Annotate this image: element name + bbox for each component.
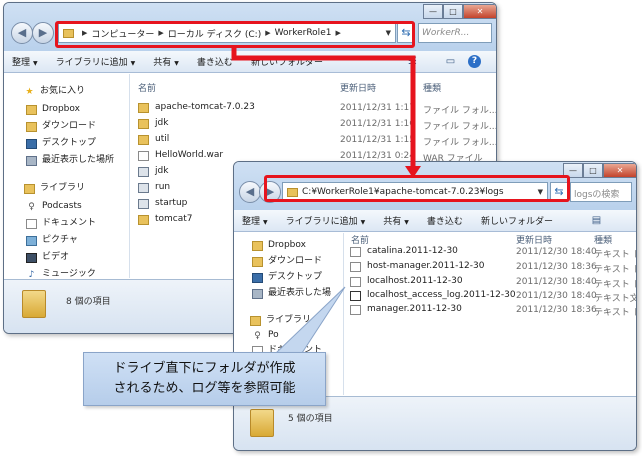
callout-line-2: されるため、ログ等を参照可能	[113, 381, 296, 396]
callout-box: ドライブ直下にフォルダが作成 されるため、ログ等を参照可能	[83, 352, 326, 406]
callout-pointer	[274, 286, 346, 354]
arrow-head-icon	[405, 166, 421, 178]
connector-arrow	[231, 48, 416, 170]
callout-line-1: ドライブ直下にフォルダが作成	[113, 361, 296, 376]
